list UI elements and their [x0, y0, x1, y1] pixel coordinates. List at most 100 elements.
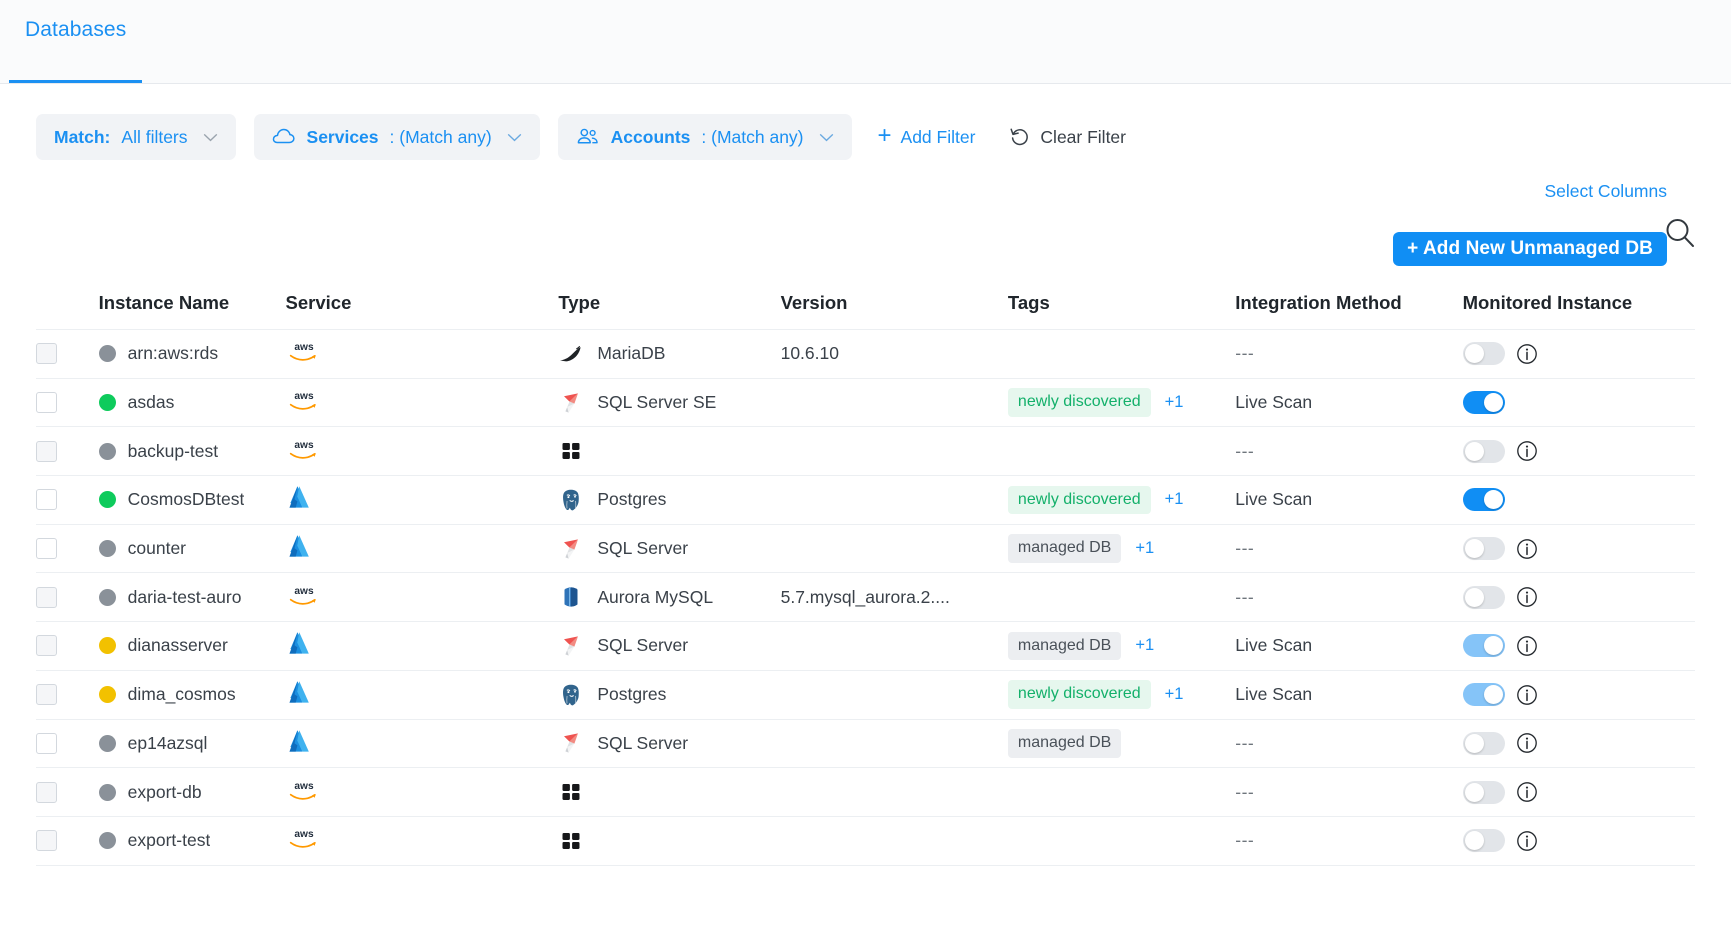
- table-row[interactable]: backup-testaws---: [36, 427, 1695, 476]
- row-checkbox[interactable]: [36, 733, 57, 754]
- add-filter-button[interactable]: + Add Filter: [878, 125, 976, 149]
- info-icon[interactable]: [1516, 732, 1538, 754]
- column-header-type[interactable]: Type: [558, 292, 780, 330]
- table-row[interactable]: ep14azsqlSQL Servermanaged DB---: [36, 719, 1695, 768]
- cell-monitored-instance: [1463, 378, 1695, 427]
- monitored-instance-toggle[interactable]: [1463, 781, 1505, 804]
- instance-name-label[interactable]: dima_cosmos: [128, 684, 236, 705]
- add-new-unmanaged-db-button[interactable]: + Add New Unmanaged DB: [1393, 232, 1667, 266]
- filter-panel: Match: All filters Services : (Match any…: [0, 84, 1731, 278]
- info-icon[interactable]: [1516, 781, 1538, 803]
- tag-overflow-count[interactable]: +1: [1135, 539, 1154, 558]
- info-icon[interactable]: [1516, 343, 1538, 365]
- instance-name-label[interactable]: arn:aws:rds: [128, 343, 218, 364]
- info-icon[interactable]: [1516, 586, 1538, 608]
- tag-chip[interactable]: newly discovered: [1008, 680, 1151, 708]
- monitored-instance-toggle[interactable]: [1463, 586, 1505, 609]
- table-row[interactable]: dima_cosmosPostgresnewly discovered+1Liv…: [36, 670, 1695, 719]
- tag-overflow-count[interactable]: +1: [1135, 636, 1154, 655]
- cell-service: [286, 670, 559, 719]
- row-checkbox[interactable]: [36, 489, 57, 510]
- version-label: 10.6.10: [781, 343, 839, 363]
- tag-chip[interactable]: managed DB: [1008, 632, 1121, 660]
- info-icon[interactable]: [1516, 538, 1538, 560]
- cell-monitored-instance: [1463, 524, 1695, 573]
- table-row[interactable]: CosmosDBtestPostgresnewly discovered+1Li…: [36, 476, 1695, 525]
- search-icon[interactable]: [1663, 216, 1703, 256]
- row-checkbox[interactable]: [36, 830, 57, 851]
- monitored-instance-toggle[interactable]: [1463, 829, 1505, 852]
- cell-integration-method: ---: [1235, 573, 1462, 622]
- filter-accounts[interactable]: Accounts : (Match any): [558, 114, 852, 160]
- column-header-tags[interactable]: Tags: [1008, 292, 1235, 330]
- row-checkbox[interactable]: [36, 392, 57, 413]
- cell-tags: newly discovered +1: [1008, 670, 1235, 719]
- table-row[interactable]: counterSQL Servermanaged DB+1---: [36, 524, 1695, 573]
- monitored-instance-toggle[interactable]: [1463, 683, 1505, 706]
- table-row[interactable]: export-db aws ---: [36, 768, 1695, 817]
- tag-chip[interactable]: managed DB: [1008, 729, 1121, 757]
- tag-chip[interactable]: newly discovered: [1008, 388, 1151, 416]
- tag-overflow-count[interactable]: +1: [1165, 490, 1184, 509]
- row-checkbox[interactable]: [36, 587, 57, 608]
- instance-name-label[interactable]: ep14azsql: [128, 733, 208, 754]
- info-icon[interactable]: [1516, 440, 1538, 462]
- instance-name-label[interactable]: daria-test-auro: [128, 587, 242, 608]
- azure-logo-icon: [286, 533, 559, 564]
- filter-bar: Match: All filters Services : (Match any…: [36, 84, 1695, 162]
- cell-service: [286, 719, 559, 768]
- filter-services[interactable]: Services : (Match any): [254, 114, 540, 160]
- column-header-service[interactable]: Service: [286, 292, 559, 330]
- cell-tags: managed DB +1: [1008, 622, 1235, 671]
- instance-name-label[interactable]: asdas: [128, 392, 175, 413]
- table-row[interactable]: daria-test-auroawsAurora MySQL5.7.mysql_…: [36, 573, 1695, 622]
- tab-databases[interactable]: Databases: [9, 0, 142, 83]
- instance-name-label[interactable]: CosmosDBtest: [128, 489, 245, 510]
- tag-overflow-count[interactable]: +1: [1165, 685, 1184, 704]
- monitored-instance-toggle[interactable]: [1463, 391, 1505, 414]
- info-icon[interactable]: [1516, 830, 1538, 852]
- instance-name-label[interactable]: dianasserver: [128, 635, 228, 656]
- monitored-instance-toggle[interactable]: [1463, 732, 1505, 755]
- row-checkbox[interactable]: [36, 684, 57, 705]
- table-row[interactable]: arn:aws:rdsawsMariaDB10.6.10---: [36, 330, 1695, 379]
- row-checkbox[interactable]: [36, 343, 57, 364]
- filter-services-value: : (Match any): [390, 127, 492, 148]
- filter-match[interactable]: Match: All filters: [36, 114, 236, 160]
- column-header-monitored-instance[interactable]: Monitored Instance: [1463, 292, 1695, 330]
- column-header-integration-method[interactable]: Integration Method: [1235, 292, 1462, 330]
- monitored-instance-toggle[interactable]: [1463, 488, 1505, 511]
- instance-name-label[interactable]: export-db: [128, 782, 202, 803]
- aws-logo-icon: aws: [286, 826, 559, 855]
- tag-overflow-count[interactable]: +1: [1165, 393, 1184, 412]
- cell-integration-method: ---: [1235, 768, 1462, 817]
- monitored-instance-toggle[interactable]: [1463, 440, 1505, 463]
- row-checkbox[interactable]: [36, 441, 57, 462]
- column-header-version[interactable]: Version: [781, 292, 1008, 330]
- table-row[interactable]: asdasawsSQL Server SEnewly discovered+1L…: [36, 378, 1695, 427]
- reset-icon: [1009, 126, 1031, 148]
- instance-name-label[interactable]: export-test: [128, 830, 211, 851]
- type-label: SQL Server: [597, 635, 688, 656]
- tag-chip[interactable]: managed DB: [1008, 534, 1121, 562]
- cell-type: MariaDB: [558, 330, 780, 379]
- azure-logo-icon: [286, 679, 559, 710]
- aws-logo-icon: aws: [286, 778, 559, 807]
- tag-chip[interactable]: newly discovered: [1008, 486, 1151, 514]
- monitored-instance-toggle[interactable]: [1463, 537, 1505, 560]
- instance-name-label[interactable]: counter: [128, 538, 186, 559]
- instance-name-label[interactable]: backup-test: [128, 441, 218, 462]
- info-icon[interactable]: [1516, 684, 1538, 706]
- clear-filter-button[interactable]: Clear Filter: [1009, 126, 1126, 148]
- table-row[interactable]: export-testaws---: [36, 816, 1695, 865]
- row-checkbox[interactable]: [36, 782, 57, 803]
- table-row[interactable]: dianasserverSQL Servermanaged DB+1Live S…: [36, 622, 1695, 671]
- monitored-instance-toggle[interactable]: [1463, 634, 1505, 657]
- row-checkbox[interactable]: [36, 635, 57, 656]
- select-columns-button[interactable]: Select Columns: [1544, 181, 1667, 202]
- column-header-instance-name[interactable]: Instance Name: [99, 292, 286, 330]
- info-icon[interactable]: [1516, 635, 1538, 657]
- row-checkbox[interactable]: [36, 538, 57, 559]
- monitored-instance-toggle[interactable]: [1463, 342, 1505, 365]
- cell-type: Aurora MySQL: [558, 573, 780, 622]
